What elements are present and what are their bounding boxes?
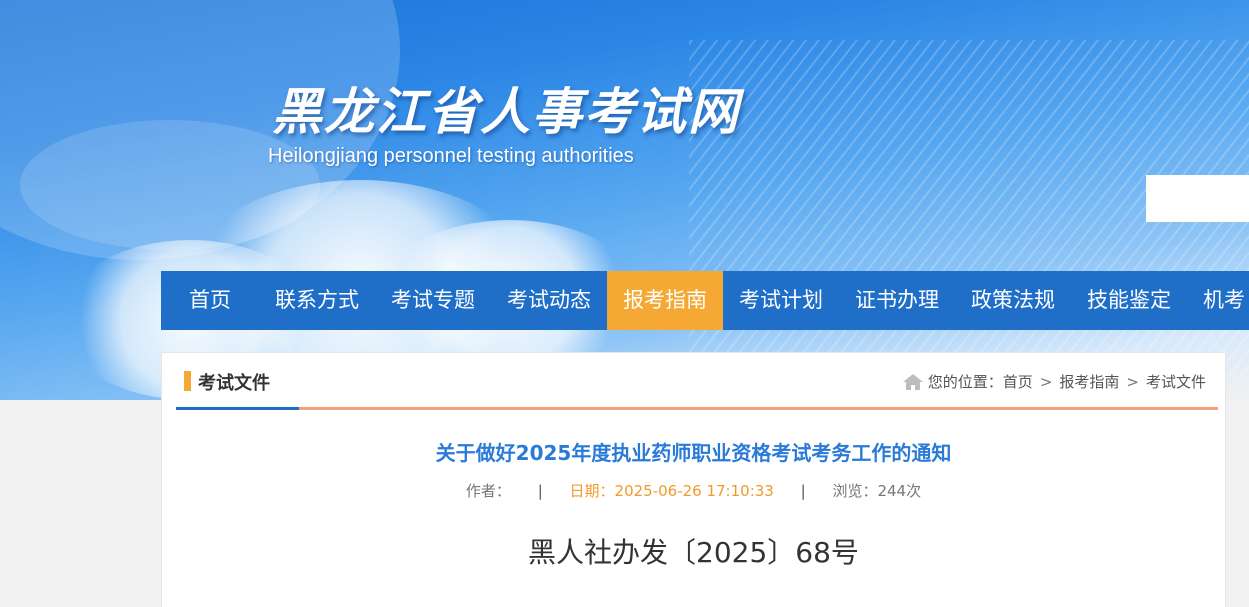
breadcrumb-registration-guide[interactable]: 报考指南 (1059, 371, 1119, 392)
panel-title-underline (176, 407, 299, 410)
article-meta: 作者： | 日期：2025-06-26 17:10:33 | 浏览：244次 (162, 480, 1225, 501)
nav-item-certificates[interactable]: 证书办理 (839, 271, 955, 330)
header-banner: 黑龙江省人事考试网 Heilongjiang personnel testing… (0, 0, 1249, 400)
breadcrumb-exam-documents[interactable]: 考试文件 (1146, 371, 1206, 392)
publish-date: 日期：2025-06-26 17:10:33 (569, 482, 774, 500)
breadcrumb-separator: > (1126, 372, 1139, 391)
nav-item-policies[interactable]: 政策法规 (955, 271, 1071, 330)
nav-item-contact[interactable]: 联系方式 (259, 271, 375, 330)
nav-item-skill-appraisal[interactable]: 技能鉴定 (1071, 271, 1187, 330)
article-title: 关于做好2025年度执业药师职业资格考试考务工作的通知 (435, 441, 952, 465)
panel-header: 考试文件 您的位置： 首页 > 报考指南 > 考试文件 (176, 367, 1218, 410)
nav-item-home[interactable]: 首页 (161, 271, 259, 330)
site-title: 黑龙江省人事考试网 (272, 83, 740, 141)
breadcrumb-separator: > (1039, 372, 1053, 391)
nav-item-exam-plan[interactable]: 考试计划 (723, 271, 839, 330)
panel-title-marker (184, 371, 191, 391)
site-subtitle: Heilongjiang personnel testing authoriti… (268, 145, 634, 167)
search-input[interactable] (1146, 175, 1249, 222)
nav-item-exam-topics[interactable]: 考试专题 (375, 271, 491, 330)
view-count: 浏览：244次 (832, 482, 922, 500)
meta-divider: | (537, 482, 543, 500)
document-number: 黑人社办发〔2025〕68号 (528, 536, 859, 569)
breadcrumb-prefix: 您的位置： (927, 373, 1003, 391)
home-icon (902, 373, 923, 390)
nav-item-registration-guide[interactable]: 报考指南 (607, 271, 723, 330)
breadcrumb: 您的位置： 首页 > 报考指南 > 考试文件 (902, 371, 1206, 392)
author-label: 作者： (465, 482, 511, 500)
meta-divider: | (800, 482, 806, 500)
breadcrumb-home[interactable]: 首页 (1003, 371, 1033, 392)
panel-title: 考试文件 (198, 373, 270, 394)
nav-item-exam-news[interactable]: 考试动态 (491, 271, 607, 330)
nav-item-computer-exam[interactable]: 机考 (1187, 271, 1249, 330)
content-panel: 考试文件 您的位置： 首页 > 报考指南 > 考试文件 关于做好2025年度执业… (161, 352, 1226, 607)
main-nav: 首页 联系方式 考试专题 考试动态 报考指南 考试计划 证书办理 政策法规 技能… (161, 271, 1249, 330)
